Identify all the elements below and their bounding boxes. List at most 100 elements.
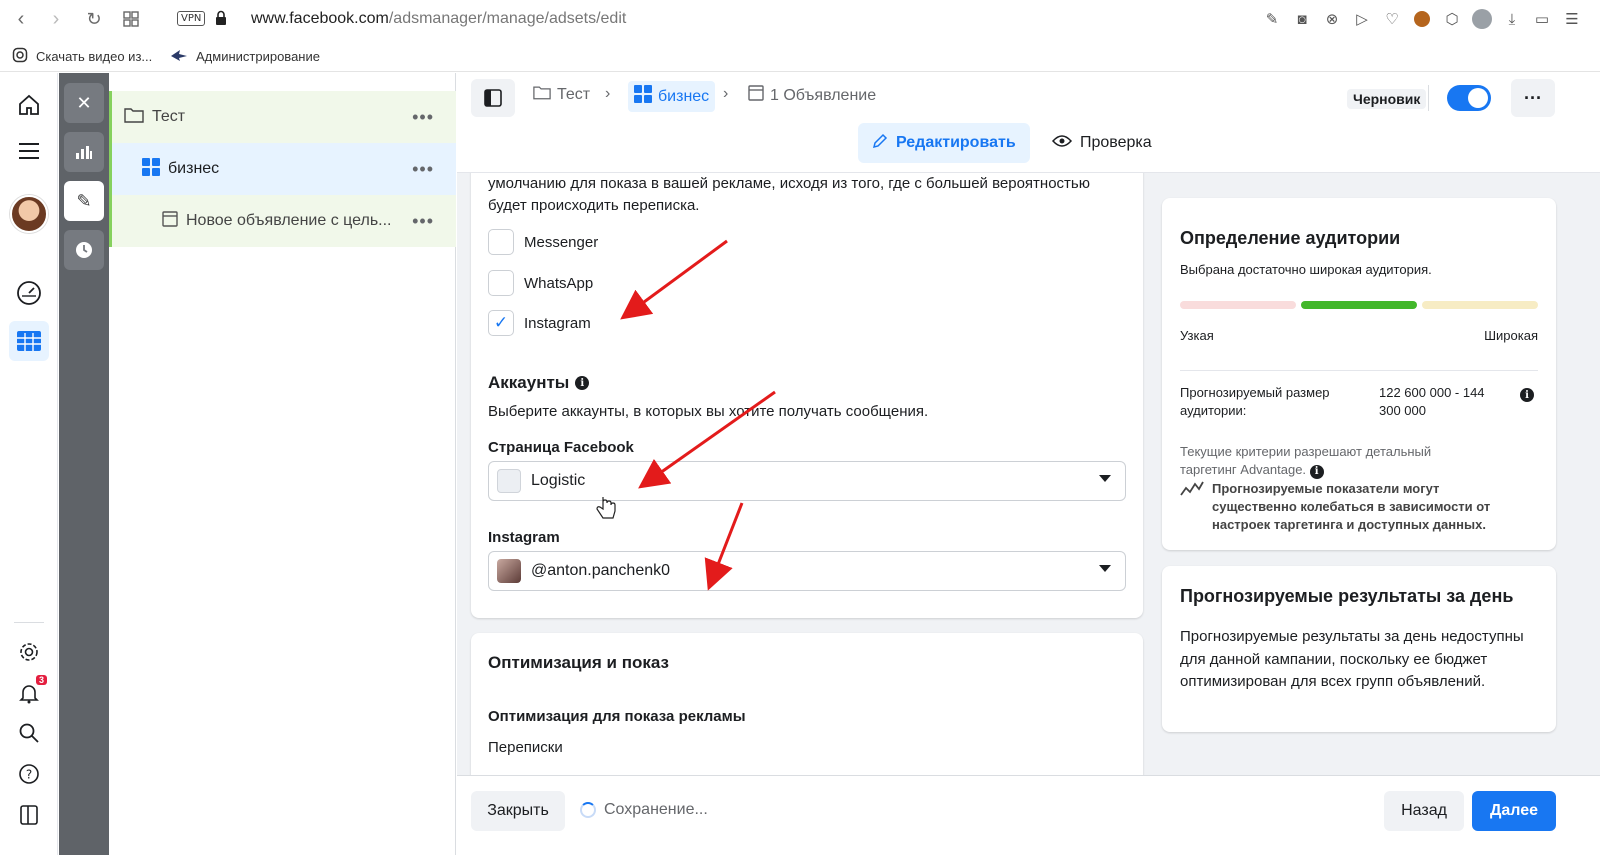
- meter-label-broad: Широкая: [1484, 328, 1538, 343]
- status-badge: Черновик: [1347, 89, 1427, 109]
- lock-icon: [215, 10, 227, 31]
- meter-narrow: [1180, 301, 1296, 309]
- audience-size-label: Прогнозируемый размер аудитории:: [1180, 385, 1330, 418]
- vpn-badge[interactable]: VPN: [177, 11, 206, 26]
- info-icon[interactable]: i: [1520, 388, 1534, 402]
- grid-icon: [634, 85, 652, 108]
- tab-review[interactable]: Проверка: [1038, 123, 1166, 163]
- audience-title: Определение аудитории: [1180, 228, 1401, 248]
- next-button[interactable]: Далее: [1472, 791, 1556, 831]
- checkmark-icon: ✓: [493, 313, 509, 332]
- info-icon[interactable]: i: [1309, 465, 1324, 479]
- instagram-account-select[interactable]: @anton.panchenk0: [488, 551, 1126, 591]
- hamburger-icon[interactable]: [9, 131, 49, 171]
- header-divider: [1428, 85, 1429, 111]
- bookmark-item[interactable]: Администрирование: [170, 47, 320, 66]
- settings-gear-icon[interactable]: [9, 632, 49, 672]
- optimization-title: Оптимизация и показ: [488, 653, 669, 672]
- breadcrumb-ad[interactable]: 1 Объявление: [748, 85, 876, 106]
- breadcrumb-campaign[interactable]: Тест: [533, 85, 590, 105]
- camera-icon[interactable]: ◙: [1290, 6, 1314, 32]
- option-messenger[interactable]: Messenger: [488, 229, 598, 255]
- whatsapp-checkbox[interactable]: [488, 270, 514, 296]
- help-icon[interactable]: ?: [9, 754, 49, 794]
- reload-icon[interactable]: ↻: [79, 4, 109, 34]
- back-button[interactable]: Назад: [1384, 791, 1464, 831]
- audience-criteria-text: Текущие критерии разрешают детальный тар…: [1180, 444, 1432, 479]
- block-icon[interactable]: ⊗: [1320, 6, 1344, 32]
- more-options-icon[interactable]: •••: [412, 107, 434, 128]
- cube-icon[interactable]: ⬡: [1440, 6, 1464, 32]
- tree-item-campaign[interactable]: Тест •••: [109, 91, 456, 143]
- tab-edit[interactable]: Редактировать: [858, 123, 1030, 163]
- chevron-down-icon: [1099, 475, 1111, 482]
- more-options-icon[interactable]: •••: [412, 159, 434, 180]
- avatar[interactable]: [10, 195, 48, 233]
- menu-icon[interactable]: ☰: [1560, 6, 1584, 32]
- address-bar[interactable]: www.facebook.com/adsmanager/manage/adset…: [251, 10, 626, 28]
- option-whatsapp[interactable]: WhatsApp: [488, 270, 593, 296]
- shark-icon: [170, 47, 188, 66]
- profile-icon[interactable]: [1470, 6, 1494, 32]
- dashboard-gauge-icon[interactable]: [9, 273, 49, 313]
- messaging-apps-card: умолчанию для показа в вашей рекламе, ис…: [471, 173, 1143, 618]
- page-thumbnail: [497, 469, 521, 493]
- ads-manager-table-icon[interactable]: [9, 321, 49, 361]
- chart-icon[interactable]: [64, 132, 104, 172]
- accounts-title: Аккаунты i: [488, 373, 590, 393]
- instagram-checkbox[interactable]: ✓: [488, 310, 514, 336]
- tabs-grid-icon[interactable]: [116, 4, 146, 34]
- meter-broad: [1422, 301, 1538, 309]
- nav-divider: [14, 622, 44, 623]
- history-clock-icon[interactable]: [64, 230, 104, 270]
- download-icon[interactable]: ⤓: [1500, 6, 1524, 32]
- facebook-page-select[interactable]: Logistic: [488, 461, 1126, 501]
- option-instagram[interactable]: ✓ Instagram: [488, 310, 591, 336]
- optimization-subtitle: Оптимизация для показа рекламы: [488, 708, 746, 725]
- results-title: Прогнозируемые результаты за день: [1180, 586, 1514, 606]
- search-icon[interactable]: [9, 713, 49, 753]
- cookie-icon[interactable]: [1410, 6, 1434, 32]
- meter-label-narrow: Узкая: [1180, 328, 1214, 343]
- edit-page-icon[interactable]: ✎: [1260, 6, 1284, 32]
- close-icon[interactable]: ✕: [64, 83, 104, 123]
- editor-header: Тест › бизнес › 1 Объявление Черновик ··…: [457, 73, 1600, 173]
- messenger-checkbox[interactable]: [488, 229, 514, 255]
- eye-icon: [1051, 134, 1073, 153]
- sidebar-toggle-icon[interactable]: [471, 79, 515, 117]
- audience-definition-card: Определение аудитории Выбрана достаточно…: [1162, 198, 1556, 550]
- tree-item-ad[interactable]: Новое объявление с цель... •••: [109, 195, 456, 247]
- chevron-down-icon: [1099, 565, 1111, 572]
- heart-icon[interactable]: ♡: [1380, 6, 1404, 32]
- enable-toggle[interactable]: [1447, 85, 1491, 111]
- back-arrow-icon[interactable]: ‹: [6, 4, 36, 34]
- audience-warning: Прогнозируемые показатели могут существе…: [1180, 480, 1512, 534]
- svg-text:?: ?: [26, 768, 32, 782]
- editor-content: умолчанию для показа в вашей рекламе, ис…: [457, 173, 1600, 775]
- folder-icon: [124, 107, 144, 128]
- send-icon[interactable]: ▷: [1350, 6, 1374, 32]
- optimization-value: Переписки: [488, 739, 563, 756]
- editor-footer: Закрыть Сохранение... Назад Далее: [457, 775, 1600, 855]
- home-icon[interactable]: [9, 85, 49, 125]
- pencil-icon[interactable]: ✎: [64, 181, 104, 221]
- editor-tool-rail: ✕ ✎: [59, 73, 109, 855]
- bookmark-item[interactable]: Скачать видео из...: [12, 47, 152, 66]
- trend-line-icon: [1180, 480, 1204, 534]
- ad-icon: [748, 85, 764, 106]
- ad-icon: [162, 210, 178, 232]
- meter-mid: [1301, 301, 1417, 309]
- close-button[interactable]: Закрыть: [471, 791, 565, 831]
- panel-switch-icon[interactable]: [9, 795, 49, 835]
- breadcrumb-adset[interactable]: бизнес: [628, 81, 716, 112]
- forward-arrow-icon[interactable]: ›: [41, 4, 71, 34]
- more-options-icon[interactable]: •••: [412, 211, 434, 232]
- info-icon[interactable]: i: [575, 376, 590, 390]
- folder-icon: [533, 85, 551, 105]
- audience-size-value: 122 600 000 - 144 300 000: [1379, 385, 1485, 418]
- optimization-card: Оптимизация и показ Оптимизация для пока…: [471, 633, 1143, 775]
- more-options-button[interactable]: ···: [1511, 79, 1555, 117]
- notifications-bell-icon[interactable]: 3: [9, 673, 49, 713]
- accounts-description: Выберите аккаунты, в которых вы хотите п…: [488, 403, 929, 420]
- tree-item-adset[interactable]: бизнес •••: [109, 143, 456, 195]
